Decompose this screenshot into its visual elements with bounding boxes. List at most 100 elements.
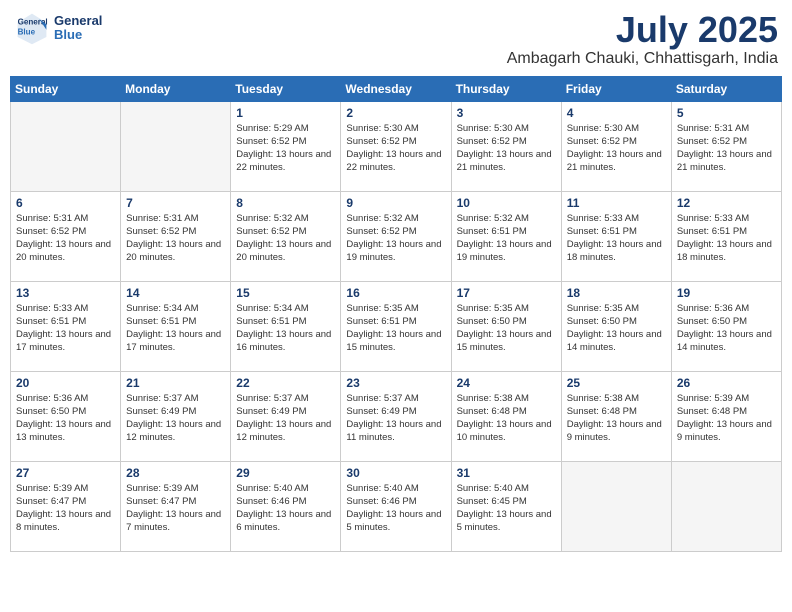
empty-cell bbox=[11, 101, 121, 191]
day-info: Sunrise: 5:30 AMSunset: 6:52 PMDaylight:… bbox=[346, 122, 445, 175]
day-cell-18: 18Sunrise: 5:35 AMSunset: 6:50 PMDayligh… bbox=[561, 281, 671, 371]
day-number: 15 bbox=[236, 286, 335, 300]
day-info: Sunrise: 5:40 AMSunset: 6:46 PMDaylight:… bbox=[236, 482, 335, 535]
day-info: Sunrise: 5:30 AMSunset: 6:52 PMDaylight:… bbox=[567, 122, 666, 175]
day-number: 13 bbox=[16, 286, 115, 300]
day-cell-9: 9 Sunrise: 5:32 AMSunset: 6:52 PMDaylight… bbox=[341, 191, 451, 281]
day-cell-23: 23Sunrise: 5:37 AMSunset: 6:49 PMDayligh… bbox=[341, 371, 451, 461]
day-info: Sunrise: 5:39 AMSunset: 6:47 PMDaylight:… bbox=[126, 482, 225, 535]
svg-text:Blue: Blue bbox=[18, 27, 36, 36]
day-info: Sunrise: 5:37 AMSunset: 6:49 PMDaylight:… bbox=[126, 392, 225, 445]
weekday-header-wednesday: Wednesday bbox=[341, 76, 451, 101]
weekday-header-thursday: Thursday bbox=[451, 76, 561, 101]
day-cell-19: 19Sunrise: 5:36 AMSunset: 6:50 PMDayligh… bbox=[671, 281, 781, 371]
svg-text:General: General bbox=[18, 17, 48, 26]
day-cell-15: 15Sunrise: 5:34 AMSunset: 6:51 PMDayligh… bbox=[231, 281, 341, 371]
day-info: Sunrise: 5:33 AMSunset: 6:51 PMDaylight:… bbox=[16, 302, 115, 355]
empty-cell bbox=[121, 101, 231, 191]
day-cell-28: 28 Sunrise: 5:39 AMSunset: 6:47 PMDayligh… bbox=[121, 461, 231, 551]
day-info: Sunrise: 5:31 AMSunset: 6:52 PMDaylight:… bbox=[126, 212, 225, 265]
day-number: 27 bbox=[16, 466, 115, 480]
day-number: 24 bbox=[457, 376, 556, 390]
day-info: Sunrise: 5:37 AMSunset: 6:49 PMDaylight:… bbox=[236, 392, 335, 445]
week-row-1: 1 Sunrise: 5:29 AMSunset: 6:52 PMDaylight… bbox=[11, 101, 782, 191]
day-cell-26: 26 Sunrise: 5:39 AMSunset: 6:48 PMDayligh… bbox=[671, 371, 781, 461]
day-cell-25: 25Sunrise: 5:38 AMSunset: 6:48 PMDayligh… bbox=[561, 371, 671, 461]
title-block: July 2025 Ambagarh Chauki, Chhattisgarh,… bbox=[507, 10, 778, 68]
day-info: Sunrise: 5:35 AMSunset: 6:50 PMDaylight:… bbox=[567, 302, 666, 355]
day-info: Sunrise: 5:33 AMSunset: 6:51 PMDaylight:… bbox=[677, 212, 776, 265]
day-info: Sunrise: 5:34 AMSunset: 6:51 PMDaylight:… bbox=[126, 302, 225, 355]
day-number: 12 bbox=[677, 196, 776, 210]
weekday-header-saturday: Saturday bbox=[671, 76, 781, 101]
day-number: 28 bbox=[126, 466, 225, 480]
day-cell-1: 1 Sunrise: 5:29 AMSunset: 6:52 PMDaylight… bbox=[231, 101, 341, 191]
day-info: Sunrise: 5:32 AMSunset: 6:52 PMDaylight:… bbox=[346, 212, 445, 265]
day-info: Sunrise: 5:31 AMSunset: 6:52 PMDaylight:… bbox=[16, 212, 115, 265]
week-row-2: 6 Sunrise: 5:31 AMSunset: 6:52 PMDaylight… bbox=[11, 191, 782, 281]
day-number: 19 bbox=[677, 286, 776, 300]
logo-icon: General Blue bbox=[14, 10, 50, 46]
day-cell-3: 3Sunrise: 5:30 AMSunset: 6:52 PMDaylight… bbox=[451, 101, 561, 191]
day-number: 1 bbox=[236, 106, 335, 120]
day-cell-12: 12 Sunrise: 5:33 AMSunset: 6:51 PMDayligh… bbox=[671, 191, 781, 281]
day-number: 30 bbox=[346, 466, 445, 480]
day-info: Sunrise: 5:32 AMSunset: 6:51 PMDaylight:… bbox=[457, 212, 556, 265]
day-number: 7 bbox=[126, 196, 225, 210]
day-info: Sunrise: 5:39 AMSunset: 6:48 PMDaylight:… bbox=[677, 392, 776, 445]
day-info: Sunrise: 5:40 AMSunset: 6:46 PMDaylight:… bbox=[346, 482, 445, 535]
day-info: Sunrise: 5:39 AMSunset: 6:47 PMDaylight:… bbox=[16, 482, 115, 535]
day-cell-16: 16 Sunrise: 5:35 AMSunset: 6:51 PMDayligh… bbox=[341, 281, 451, 371]
day-number: 31 bbox=[457, 466, 556, 480]
day-number: 23 bbox=[346, 376, 445, 390]
calendar-title: July 2025 bbox=[507, 10, 778, 50]
day-info: Sunrise: 5:38 AMSunset: 6:48 PMDaylight:… bbox=[567, 392, 666, 445]
day-cell-10: 10 Sunrise: 5:32 AMSunset: 6:51 PMDayligh… bbox=[451, 191, 561, 281]
day-cell-2: 2 Sunrise: 5:30 AMSunset: 6:52 PMDaylight… bbox=[341, 101, 451, 191]
day-number: 11 bbox=[567, 196, 666, 210]
day-number: 6 bbox=[16, 196, 115, 210]
day-info: Sunrise: 5:33 AMSunset: 6:51 PMDaylight:… bbox=[567, 212, 666, 265]
day-number: 2 bbox=[346, 106, 445, 120]
day-cell-31: 31 Sunrise: 5:40 AMSunset: 6:45 PMDayligh… bbox=[451, 461, 561, 551]
day-cell-4: 4Sunrise: 5:30 AMSunset: 6:52 PMDaylight… bbox=[561, 101, 671, 191]
day-cell-11: 11 Sunrise: 5:33 AMSunset: 6:51 PMDayligh… bbox=[561, 191, 671, 281]
day-info: Sunrise: 5:36 AMSunset: 6:50 PMDaylight:… bbox=[16, 392, 115, 445]
day-cell-13: 13 Sunrise: 5:33 AMSunset: 6:51 PMDayligh… bbox=[11, 281, 121, 371]
logo: General Blue General Blue bbox=[14, 10, 102, 46]
weekday-header-friday: Friday bbox=[561, 76, 671, 101]
page-header: General Blue General Blue July 2025 Amba… bbox=[10, 10, 782, 68]
week-row-3: 13 Sunrise: 5:33 AMSunset: 6:51 PMDayligh… bbox=[11, 281, 782, 371]
day-number: 10 bbox=[457, 196, 556, 210]
day-cell-24: 24 Sunrise: 5:38 AMSunset: 6:48 PMDayligh… bbox=[451, 371, 561, 461]
day-cell-21: 21Sunrise: 5:37 AMSunset: 6:49 PMDayligh… bbox=[121, 371, 231, 461]
day-info: Sunrise: 5:35 AMSunset: 6:51 PMDaylight:… bbox=[346, 302, 445, 355]
weekday-header-row: SundayMondayTuesdayWednesdayThursdayFrid… bbox=[11, 76, 782, 101]
day-cell-17: 17Sunrise: 5:35 AMSunset: 6:50 PMDayligh… bbox=[451, 281, 561, 371]
day-info: Sunrise: 5:31 AMSunset: 6:52 PMDaylight:… bbox=[677, 122, 776, 175]
day-number: 22 bbox=[236, 376, 335, 390]
day-cell-22: 22 Sunrise: 5:37 AMSunset: 6:49 PMDayligh… bbox=[231, 371, 341, 461]
empty-cell bbox=[561, 461, 671, 551]
day-cell-8: 8Sunrise: 5:32 AMSunset: 6:52 PMDaylight… bbox=[231, 191, 341, 281]
day-number: 20 bbox=[16, 376, 115, 390]
day-cell-29: 29 Sunrise: 5:40 AMSunset: 6:46 PMDayligh… bbox=[231, 461, 341, 551]
day-cell-7: 7 Sunrise: 5:31 AMSunset: 6:52 PMDaylight… bbox=[121, 191, 231, 281]
day-number: 9 bbox=[346, 196, 445, 210]
day-number: 26 bbox=[677, 376, 776, 390]
day-cell-27: 27 Sunrise: 5:39 AMSunset: 6:47 PMDayligh… bbox=[11, 461, 121, 551]
day-cell-6: 6 Sunrise: 5:31 AMSunset: 6:52 PMDaylight… bbox=[11, 191, 121, 281]
day-cell-14: 14 Sunrise: 5:34 AMSunset: 6:51 PMDayligh… bbox=[121, 281, 231, 371]
day-number: 5 bbox=[677, 106, 776, 120]
day-info: Sunrise: 5:29 AMSunset: 6:52 PMDaylight:… bbox=[236, 122, 335, 175]
day-number: 8 bbox=[236, 196, 335, 210]
weekday-header-tuesday: Tuesday bbox=[231, 76, 341, 101]
day-cell-20: 20 Sunrise: 5:36 AMSunset: 6:50 PMDayligh… bbox=[11, 371, 121, 461]
day-info: Sunrise: 5:38 AMSunset: 6:48 PMDaylight:… bbox=[457, 392, 556, 445]
day-info: Sunrise: 5:40 AMSunset: 6:45 PMDaylight:… bbox=[457, 482, 556, 535]
day-number: 29 bbox=[236, 466, 335, 480]
day-cell-30: 30 Sunrise: 5:40 AMSunset: 6:46 PMDayligh… bbox=[341, 461, 451, 551]
day-number: 16 bbox=[346, 286, 445, 300]
day-cell-5: 5 Sunrise: 5:31 AMSunset: 6:52 PMDaylight… bbox=[671, 101, 781, 191]
day-number: 14 bbox=[126, 286, 225, 300]
